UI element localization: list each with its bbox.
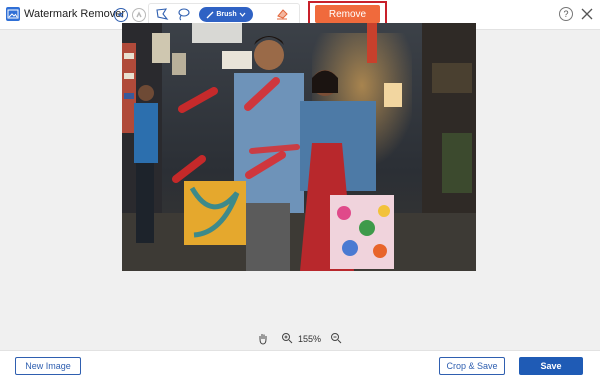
chevron-down-icon: [239, 12, 246, 17]
footer-bar: [0, 350, 600, 382]
new-image-button[interactable]: New Image: [15, 357, 81, 375]
close-icon[interactable]: [580, 7, 594, 21]
photo-preview[interactable]: [122, 23, 476, 271]
zoom-out-icon[interactable]: [330, 332, 342, 345]
zoom-level: 155%: [298, 334, 322, 344]
save-button[interactable]: Save: [519, 357, 583, 375]
brush-icon: [206, 11, 214, 18]
redo-icon[interactable]: [132, 8, 146, 22]
lasso-icon[interactable]: [175, 6, 191, 22]
eraser-icon[interactable]: [274, 6, 290, 22]
crop-and-save-button[interactable]: Crop & Save: [439, 357, 505, 375]
window-title: Watermark Remover: [24, 8, 126, 20]
help-icon[interactable]: ?: [559, 7, 573, 21]
zoom-in-icon[interactable]: [281, 332, 293, 345]
brush-tool-button[interactable]: Brush: [199, 7, 253, 22]
hand-icon[interactable]: [257, 332, 269, 345]
app-logo-icon: [6, 7, 20, 21]
remove-button[interactable]: Remove: [315, 5, 380, 23]
undo-icon[interactable]: [114, 8, 128, 22]
brush-label: Brush: [216, 11, 237, 18]
polygonal-lasso-icon[interactable]: [154, 6, 170, 22]
